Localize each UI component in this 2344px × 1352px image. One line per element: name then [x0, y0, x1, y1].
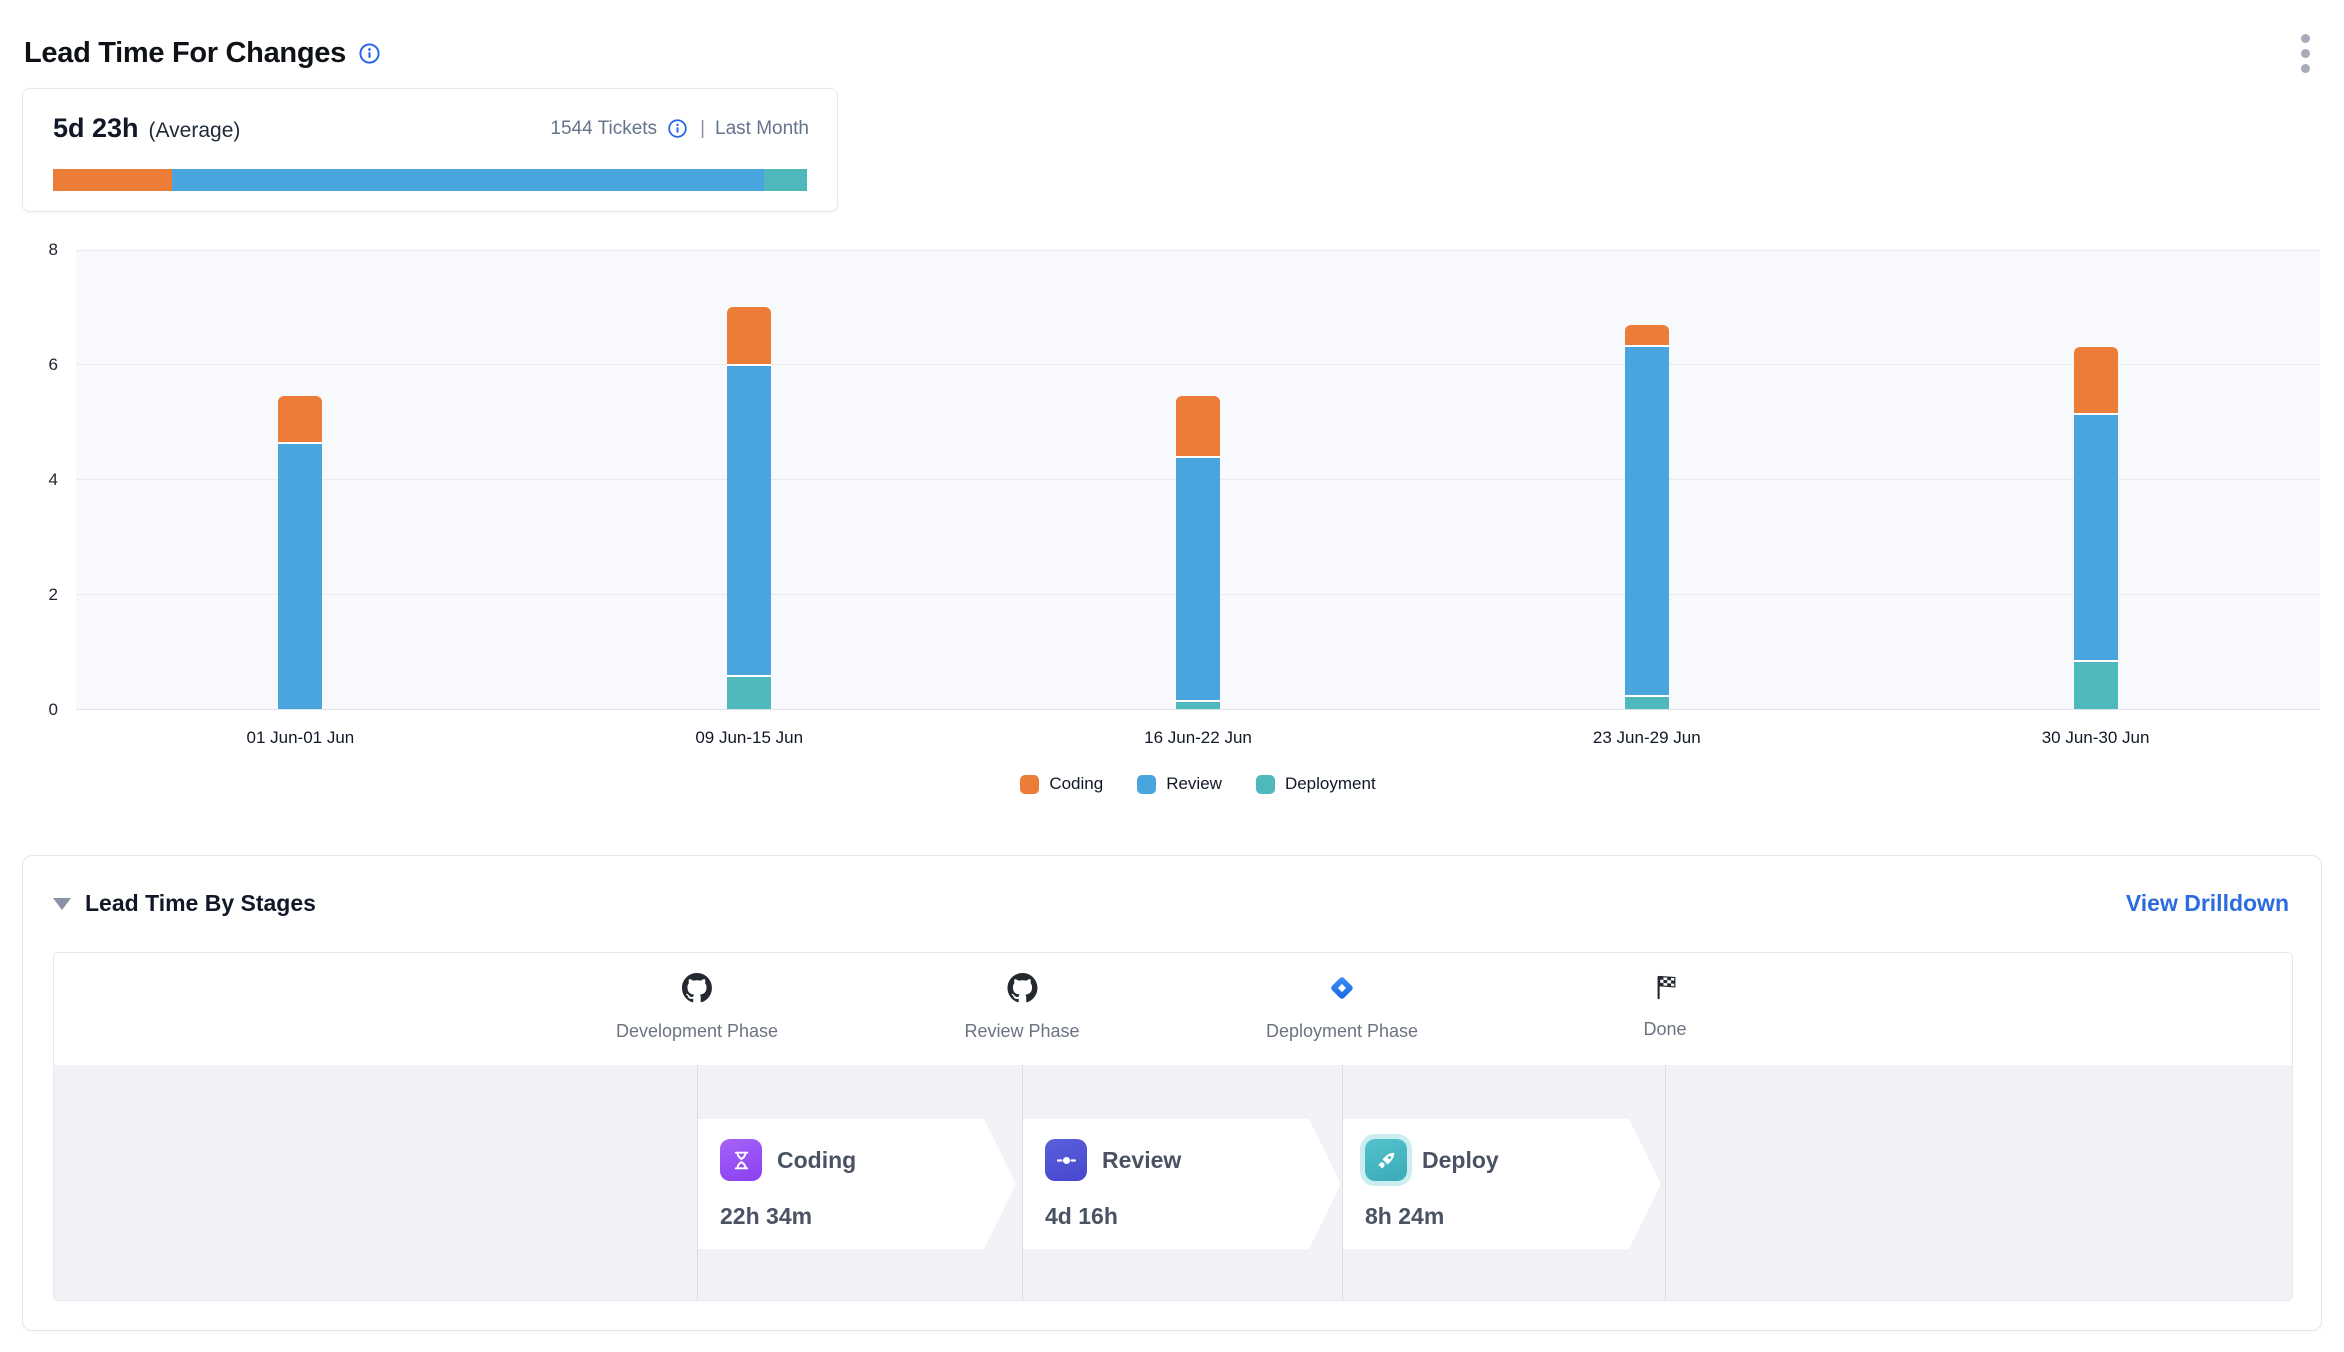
- view-drilldown-link[interactable]: View Drilldown: [2126, 890, 2289, 917]
- milestone-done: Done: [1643, 973, 1686, 1040]
- bar-segment-review: [1625, 345, 1669, 695]
- column-divider: [1342, 1065, 1343, 1300]
- lead-time-by-stages-panel: Lead Time By Stages View Drilldown Devel…: [22, 855, 2322, 1331]
- bar-segment-coding: [1176, 396, 1220, 456]
- milestone-development-phase: Development Phase: [616, 973, 778, 1042]
- chart-legend: Coding Review Deployment: [76, 774, 2320, 794]
- y-axis: 02468: [24, 250, 76, 710]
- average-label: (Average): [149, 119, 241, 143]
- legend-swatch: [1137, 775, 1156, 794]
- stages-panel-title: Lead Time By Stages: [85, 890, 316, 917]
- bar-segment-review: [727, 364, 771, 675]
- column-divider: [1665, 1065, 1666, 1300]
- bar-segment-deployment: [2074, 660, 2118, 709]
- bar-23-jun-29-jun[interactable]: [1625, 325, 1669, 709]
- kebab-menu-icon[interactable]: [2295, 28, 2316, 79]
- stage-duration: 4d 16h: [1045, 1203, 1341, 1230]
- legend-label: Review: [1166, 774, 1222, 794]
- x-axis-label: 16 Jun-22 Jun: [974, 728, 1423, 748]
- column-divider: [1022, 1065, 1023, 1300]
- github-icon: [1007, 973, 1037, 1008]
- bar-segment-coding: [1625, 325, 1669, 345]
- legend-swatch: [1256, 775, 1275, 794]
- stage-duration: 8h 24m: [1365, 1203, 1661, 1230]
- stage-name: Review: [1102, 1147, 1181, 1174]
- tickets-count: 1544 Tickets: [550, 118, 657, 140]
- column-divider: [697, 1065, 698, 1300]
- rocket-icon: [1365, 1139, 1407, 1181]
- bar-segment-coding: [278, 396, 322, 442]
- jira-icon: [1327, 973, 1357, 1008]
- legend-label: Coding: [1049, 774, 1103, 794]
- x-axis-label: 09 Jun-15 Jun: [525, 728, 974, 748]
- stage-card-review[interactable]: Review 4d 16h: [1023, 1119, 1341, 1249]
- stage-card-coding[interactable]: Coding 22h 34m: [698, 1119, 1016, 1249]
- y-tick-label: 4: [49, 470, 58, 490]
- stage-name: Coding: [777, 1147, 856, 1174]
- milestone-deployment-phase: Deployment Phase: [1266, 973, 1418, 1042]
- page-title: Lead Time For Changes: [24, 37, 346, 70]
- milestone-row: Development Phase Review Phase: [54, 953, 2292, 1065]
- milestone-label: Review Phase: [964, 1021, 1079, 1042]
- bar-16-jun-22-jun[interactable]: [1176, 396, 1220, 709]
- y-tick-label: 6: [49, 355, 58, 375]
- bar-01-jun-01-jun[interactable]: [278, 396, 322, 709]
- summary-bar-segment-review: [172, 169, 764, 191]
- summary-bar-segment-deployment: [764, 169, 807, 191]
- y-tick-label: 0: [49, 700, 58, 720]
- stages-body: Coding 22h 34m Review: [54, 1065, 2292, 1300]
- bar-segment-review: [1176, 456, 1220, 700]
- legend-item-coding[interactable]: Coding: [1020, 774, 1103, 794]
- bar-segment-deployment: [1176, 700, 1220, 709]
- bar-09-jun-15-jun[interactable]: [727, 307, 771, 710]
- y-tick-label: 8: [49, 240, 58, 260]
- bar-30-jun-30-jun[interactable]: [2074, 347, 2118, 709]
- average-lead-time-value: 5d 23h: [53, 113, 139, 144]
- collapse-stages-toggle[interactable]: Lead Time By Stages: [53, 890, 316, 917]
- chevron-down-icon: [53, 898, 71, 910]
- legend-swatch: [1020, 775, 1039, 794]
- x-axis-labels: 01 Jun-01 Jun09 Jun-15 Jun16 Jun-22 Jun2…: [76, 728, 2320, 748]
- summary-distribution-bar: [53, 169, 807, 191]
- bar-segment-coding: [2074, 347, 2118, 413]
- stages-table: Development Phase Review Phase: [53, 952, 2293, 1301]
- stage-name: Deploy: [1422, 1147, 1499, 1174]
- hourglass-icon: [720, 1139, 762, 1181]
- x-axis-label: 23 Jun-29 Jun: [1422, 728, 1871, 748]
- legend-item-review[interactable]: Review: [1137, 774, 1222, 794]
- bar-segment-deployment: [1625, 695, 1669, 709]
- legend-label: Deployment: [1285, 774, 1376, 794]
- bar-segment-review: [278, 442, 322, 709]
- gridline: [76, 364, 2320, 365]
- x-axis-label: 30 Jun-30 Jun: [1871, 728, 2320, 748]
- summary-bar-segment-coding: [53, 169, 172, 191]
- gridline: [76, 709, 2320, 710]
- checkered-flag-icon: [1651, 973, 1679, 1006]
- bar-segment-review: [2074, 413, 2118, 660]
- lead-time-chart: 02468 01 Jun-01 Jun09 Jun-15 Jun16 Jun-2…: [24, 250, 2320, 794]
- summary-card: 5d 23h (Average) 1544 Tickets | Last Mon…: [22, 88, 838, 212]
- commit-icon: [1045, 1139, 1087, 1181]
- tickets-info-icon[interactable]: [667, 118, 688, 139]
- widget-header: Lead Time For Changes: [24, 28, 2316, 79]
- milestone-review-phase: Review Phase: [964, 973, 1079, 1042]
- info-icon[interactable]: [358, 42, 381, 65]
- text-divider: |: [700, 118, 705, 140]
- milestone-label: Development Phase: [616, 1021, 778, 1042]
- milestone-label: Deployment Phase: [1266, 1021, 1418, 1042]
- milestone-label: Done: [1643, 1019, 1686, 1040]
- bar-segment-deployment: [727, 675, 771, 710]
- period-label: Last Month: [715, 118, 809, 140]
- github-icon: [682, 973, 712, 1008]
- x-axis-label: 01 Jun-01 Jun: [76, 728, 525, 748]
- lead-time-widget: Lead Time For Changes 5d 23h (Average) 1…: [0, 0, 2344, 1352]
- stage-duration: 22h 34m: [720, 1203, 1016, 1230]
- bar-segment-coding: [727, 307, 771, 365]
- legend-item-deployment[interactable]: Deployment: [1256, 774, 1376, 794]
- y-tick-label: 2: [49, 585, 58, 605]
- stage-card-deploy[interactable]: Deploy 8h 24m: [1343, 1119, 1661, 1249]
- gridline: [76, 250, 2320, 251]
- plot-area: [76, 250, 2320, 710]
